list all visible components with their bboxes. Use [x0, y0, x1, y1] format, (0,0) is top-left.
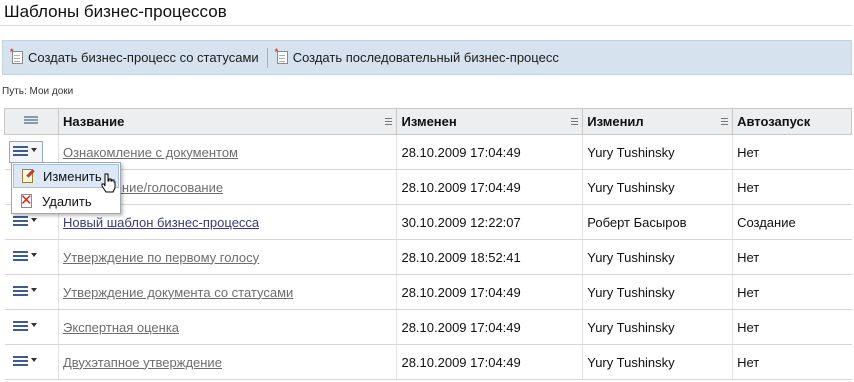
modified-by: Yury Tushinsky: [582, 169, 733, 205]
autostart-value: Нет: [732, 274, 852, 310]
table-row: Ознакомление с документом 28.10.2009 17:…: [4, 134, 852, 170]
context-menu-edit-label: Изменить: [43, 168, 102, 184]
autostart-value: Создание: [732, 204, 852, 240]
chevron-down-icon: [30, 218, 37, 222]
modified-by: Yury Tushinsky: [582, 274, 733, 310]
column-header-name[interactable]: Название: [57, 108, 398, 135]
modified-by: Yury Tushinsky: [582, 134, 733, 170]
chevron-down-icon: [30, 253, 37, 257]
new-document-icon: *: [275, 48, 289, 65]
menu-lines-icon: [12, 286, 28, 298]
table-row: Утверждение документа со статусами 28.10…: [4, 274, 852, 310]
row-menu-button[interactable]: [9, 251, 54, 263]
autostart-value: Нет: [732, 239, 852, 275]
create-status-process-button[interactable]: * Создать бизнес-процесс со статусами: [10, 48, 259, 66]
column-settings-icon: [24, 116, 39, 127]
autostart-value: Нет: [732, 169, 852, 205]
column-header-actions[interactable]: [4, 108, 59, 135]
menu-lines-icon: [12, 216, 28, 228]
hand-cursor-icon: [101, 173, 116, 193]
modified-date: 28.10.2009 17:04:49: [396, 169, 583, 205]
menu-lines-icon: [12, 356, 28, 368]
create-status-process-label: Создать бизнес-процесс со статусами: [28, 50, 259, 65]
table-row: Утверждение по первому голосу 28.10.2009…: [4, 239, 852, 275]
row-menu-button[interactable]: [8, 141, 43, 163]
row-menu-button[interactable]: [9, 286, 54, 298]
new-document-icon: *: [10, 48, 24, 65]
modified-date: 30.10.2009 12:22:07: [396, 204, 583, 240]
table-header-row: Название Изменен Изменил Автозапуск: [4, 108, 852, 135]
chevron-down-icon: [30, 323, 37, 327]
column-header-autostart[interactable]: Автозапуск: [732, 108, 852, 135]
chevron-down-icon: [30, 358, 37, 362]
row-menu-button[interactable]: [9, 321, 54, 333]
template-name-link[interactable]: Утверждение документа со статусами: [63, 285, 293, 300]
context-menu-delete-label: Удалить: [42, 193, 92, 209]
modified-by: Yury Tushinsky: [582, 344, 733, 380]
row-menu-button[interactable]: [9, 356, 54, 368]
edit-document-icon: [20, 168, 36, 184]
table-row: Двухэтапное утверждение 28.10.2009 17:04…: [4, 344, 852, 380]
modified-date: 28.10.2009 17:04:49: [396, 309, 583, 345]
title-divider: [0, 25, 852, 26]
modified-by: Yury Tushinsky: [582, 239, 733, 275]
menu-lines-icon: [12, 251, 28, 263]
table-row: Новый шаблон бизнес-процесса 30.10.2009 …: [4, 204, 852, 240]
modified-date: 28.10.2009 17:04:49: [396, 344, 583, 380]
column-header-modified-by[interactable]: Изменил: [582, 108, 734, 135]
row-menu-button[interactable]: [9, 216, 54, 228]
modified-by: Yury Tushinsky: [582, 309, 733, 345]
chevron-down-icon: [30, 288, 37, 292]
autostart-value: Нет: [732, 134, 852, 170]
toolbar: * Создать бизнес-процесс со статусами * …: [2, 40, 852, 75]
template-name-link[interactable]: Ознакомление с документом: [63, 145, 238, 160]
page-title: Шаблоны бизнес-процессов: [4, 2, 227, 21]
modified-date: 28.10.2009 18:52:41: [396, 239, 583, 275]
menu-lines-icon: [12, 321, 28, 333]
autostart-value: Нет: [732, 344, 852, 380]
template-name-link[interactable]: Двухэтапное утверждение: [63, 355, 222, 370]
modified-date: 28.10.2009 17:04:49: [396, 274, 583, 310]
create-sequential-process-label: Создать последовательный бизнес-процесс: [292, 50, 559, 65]
template-name-link[interactable]: Экспертная оценка: [63, 320, 179, 335]
toolbar-separator: [266, 47, 268, 68]
column-header-modified[interactable]: Изменен: [396, 108, 584, 135]
menu-lines-icon: [12, 146, 28, 158]
breadcrumb: Путь: Мои доки: [2, 86, 74, 97]
create-sequential-process-button[interactable]: * Создать последовательный бизнес-процес…: [275, 48, 559, 66]
table-row: Экспертная оценка 28.10.2009 17:04:49 Yu…: [4, 309, 852, 345]
delete-icon: ✕: [20, 192, 33, 209]
column-menu-icon[interactable]: [385, 118, 393, 125]
autostart-value: Нет: [732, 309, 852, 345]
template-name-link[interactable]: Новый шаблон бизнес-процесса: [63, 215, 259, 230]
column-menu-icon[interactable]: [571, 118, 579, 125]
templates-table: Название Изменен Изменил Автозапуск Озна…: [4, 108, 852, 380]
table-row: Утверждение/голосование 28.10.2009 17:04…: [4, 169, 852, 205]
modified-date: 28.10.2009 17:04:49: [396, 134, 583, 170]
modified-by: Роберт Басыров: [582, 204, 733, 240]
column-menu-icon[interactable]: [721, 118, 729, 125]
template-name-link[interactable]: Утверждение по первому голосу: [63, 250, 259, 265]
chevron-down-icon: [30, 148, 37, 152]
